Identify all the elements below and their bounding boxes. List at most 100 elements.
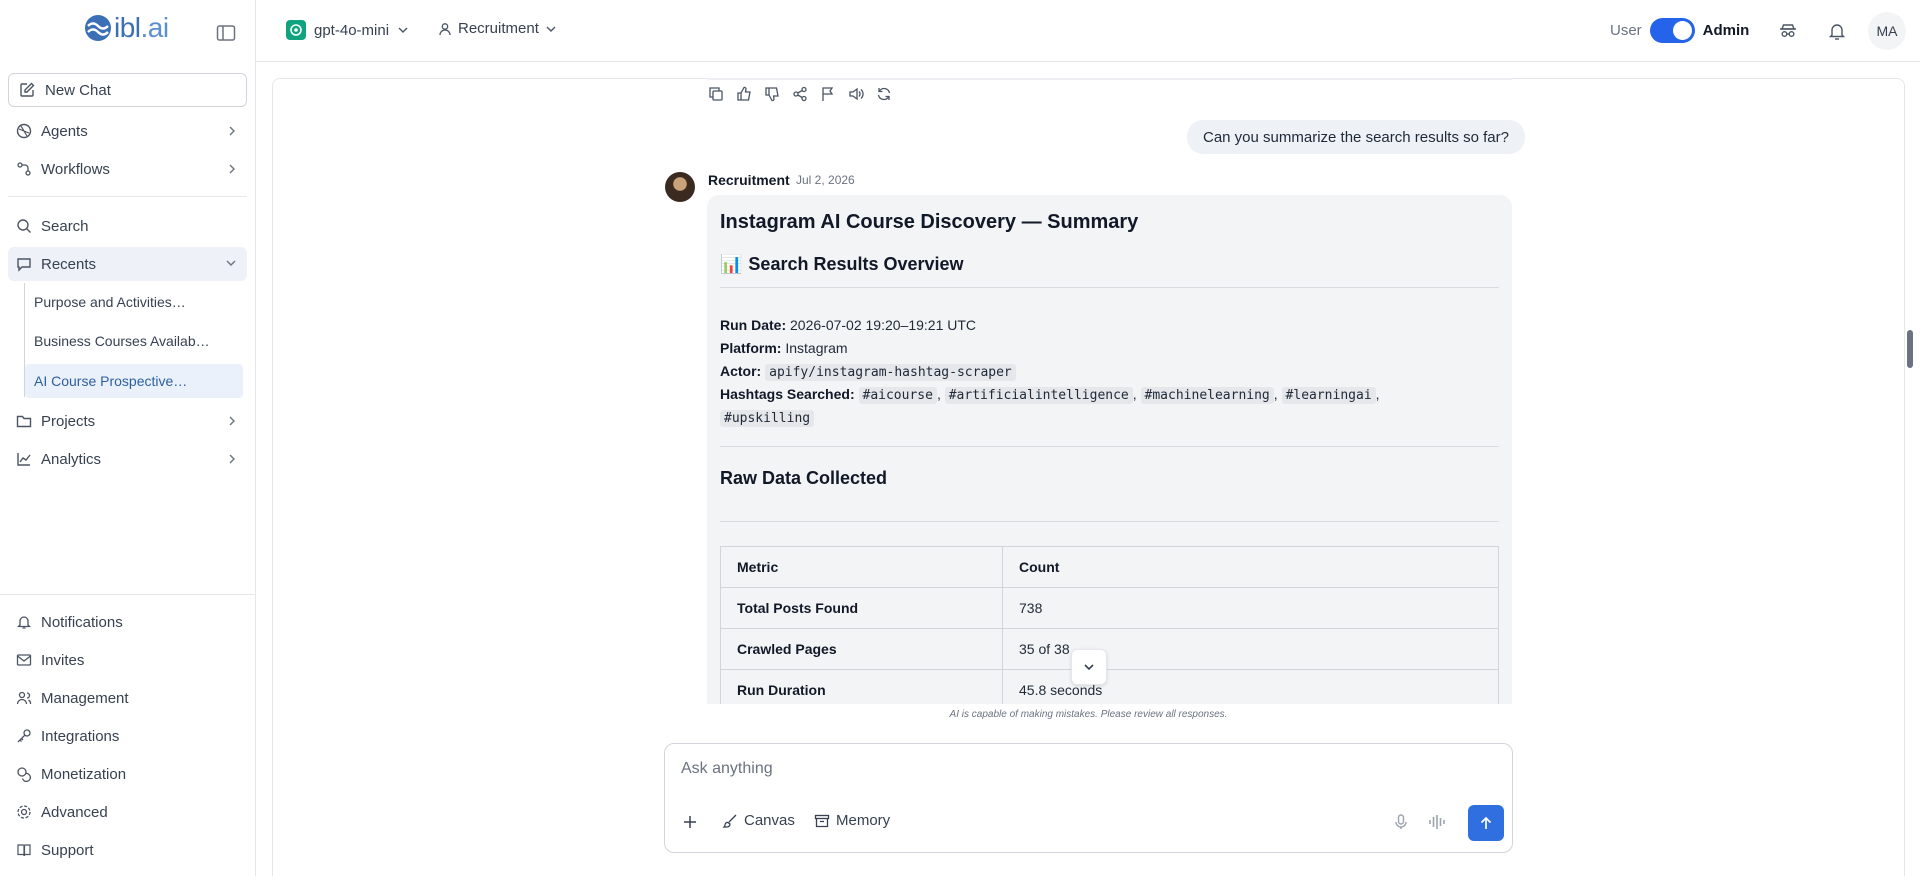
- sidebar-item-label: Recents: [41, 255, 97, 273]
- flag-icon[interactable]: [819, 85, 837, 103]
- sidebar-item-search[interactable]: Search: [8, 209, 247, 243]
- sidebar-item-label: Monetization: [41, 765, 127, 783]
- hashtag: #machinelearning: [1140, 387, 1274, 404]
- plus-icon[interactable]: [680, 812, 700, 832]
- search-icon: [17, 219, 31, 233]
- sidebar-item-notifications[interactable]: Notifications: [8, 605, 247, 639]
- book-icon: [17, 844, 31, 857]
- sidebar-item-recents[interactable]: Recents: [8, 247, 247, 281]
- chat-scrollbar[interactable]: [1907, 330, 1913, 368]
- user-avatar[interactable]: MA: [1868, 12, 1906, 50]
- chevron-right-icon: [229, 126, 235, 136]
- chevron-down-icon: [546, 26, 556, 32]
- chat-bubble-icon: [17, 258, 31, 272]
- run-date-line: Run Date: 2026-07-02 19:20–19:21 UTC: [720, 317, 977, 333]
- agent-selector[interactable]: Recruitment: [438, 20, 557, 37]
- folder-icon: [16, 415, 32, 428]
- new-chat-button[interactable]: New Chat: [8, 73, 247, 107]
- copy-icon[interactable]: [707, 85, 725, 103]
- microphone-icon[interactable]: [1391, 812, 1411, 832]
- sidebar-item-label: Analytics: [41, 450, 102, 468]
- chevron-down-icon: [398, 27, 408, 33]
- regenerate-icon[interactable]: [875, 85, 893, 103]
- sidebar-item-advanced[interactable]: Advanced: [8, 795, 247, 829]
- raw-data-heading: Raw Data Collected: [720, 468, 888, 488]
- actor-line: Actor: apify/instagram-hashtag-scraper: [720, 363, 1016, 381]
- logo[interactable]: ibl.ai: [84, 12, 169, 44]
- memory-button[interactable]: Memory: [814, 812, 890, 829]
- sidebar-item-label: Support: [41, 841, 94, 859]
- canvas-label: Canvas: [744, 812, 795, 829]
- table-header: Metric: [720, 546, 1003, 588]
- key-icon: [17, 729, 31, 743]
- scroll-to-bottom-button[interactable]: [1071, 649, 1107, 685]
- coins-icon: [17, 767, 31, 782]
- new-chat-label: New Chat: [45, 81, 111, 99]
- sidebar: ibl.ai New Chat Agents Workflows Search …: [0, 0, 256, 876]
- openai-icon: [286, 20, 306, 40]
- voice-waveform-icon[interactable]: [1427, 812, 1447, 832]
- previous-message-edge: [708, 78, 1512, 80]
- chevron-down-icon: [226, 260, 236, 266]
- thumbs-down-icon[interactable]: [763, 85, 781, 103]
- sidebar-item-workflows[interactable]: Workflows: [8, 152, 247, 186]
- sidebar-item-label: Workflows: [41, 160, 110, 178]
- assistant-response: Instagram AI Course Discovery — Summary …: [707, 195, 1512, 704]
- message-composer: Canvas Memory: [664, 743, 1513, 853]
- sidebar-item-label: Management: [41, 689, 129, 707]
- incognito-icon[interactable]: [1777, 20, 1799, 42]
- chat-input[interactable]: [681, 756, 1481, 782]
- share-icon[interactable]: [791, 85, 809, 103]
- table-row: Run Duration 45.8 seconds: [720, 669, 1499, 704]
- table-row: Total Posts Found 738: [720, 587, 1499, 629]
- sidebar-divider: [8, 196, 247, 197]
- hashtags-line-wrap: #upskilling: [720, 409, 815, 427]
- table-header: Count: [1002, 546, 1499, 588]
- divider: [720, 521, 1499, 522]
- sidebar-item-label: Agents: [41, 122, 88, 140]
- table-row: Crawled Pages 35 of 38: [720, 628, 1499, 670]
- hashtag: #artificialintelligence: [944, 387, 1133, 404]
- role-admin-label: Admin: [1702, 22, 1750, 39]
- gear-icon: [17, 805, 31, 819]
- sidebar-item-label: Projects: [41, 412, 96, 430]
- sidebar-item-monetization[interactable]: Monetization: [8, 757, 247, 791]
- sidebar-item-integrations[interactable]: Integrations: [8, 719, 247, 753]
- memory-label: Memory: [836, 812, 891, 829]
- logo-text: ibl.ai: [114, 12, 169, 43]
- overview-heading: 📊 Search Results Overview: [720, 254, 964, 275]
- sidebar-item-management[interactable]: Management: [8, 681, 247, 715]
- speaker-icon[interactable]: [847, 85, 865, 103]
- send-button[interactable]: [1468, 805, 1504, 841]
- table-cell: Crawled Pages: [720, 628, 1003, 670]
- chevron-right-icon: [229, 454, 235, 464]
- role-switch: User Admin: [1610, 18, 1749, 43]
- chevron-down-icon: [1084, 664, 1094, 671]
- sidebar-item-analytics[interactable]: Analytics: [8, 442, 247, 476]
- sidebar-toggle-icon[interactable]: [216, 24, 236, 42]
- app-window: ibl.ai New Chat Agents Workflows Search …: [0, 0, 1920, 876]
- model-name: gpt-4o-mini: [314, 21, 390, 39]
- mail-icon: [16, 654, 32, 666]
- table-cell: Run Duration: [720, 669, 1003, 704]
- top-bar: gpt-4o-mini Recruitment User Admin MA: [256, 0, 1920, 62]
- response-title: Instagram AI Course Discovery — Summary: [720, 211, 1139, 233]
- model-selector[interactable]: gpt-4o-mini: [286, 20, 409, 40]
- recent-chat-item-active[interactable]: AI Course Prospective…: [25, 364, 243, 398]
- hashtag: #aicourse: [858, 387, 937, 404]
- metrics-table: Metric Count Total Posts Found 738 Crawl…: [720, 546, 1499, 704]
- thumbs-up-icon[interactable]: [735, 85, 753, 103]
- sidebar-item-agents[interactable]: Agents: [8, 114, 247, 148]
- workflow-icon: [17, 162, 31, 176]
- canvas-button[interactable]: Canvas: [722, 812, 795, 829]
- sidebar-item-support[interactable]: Support: [8, 833, 247, 867]
- recent-chat-item[interactable]: Business Courses Availab…: [25, 324, 243, 358]
- sidebar-item-invites[interactable]: Invites: [8, 643, 247, 677]
- bar-chart-icon: 📊: [720, 254, 743, 274]
- recent-chat-item[interactable]: Purpose and Activities…: [25, 285, 243, 319]
- bell-icon[interactable]: [1826, 20, 1848, 42]
- message-actions: [707, 85, 893, 103]
- archive-icon: [814, 814, 830, 827]
- role-toggle[interactable]: [1649, 18, 1695, 43]
- sidebar-item-projects[interactable]: Projects: [8, 404, 247, 438]
